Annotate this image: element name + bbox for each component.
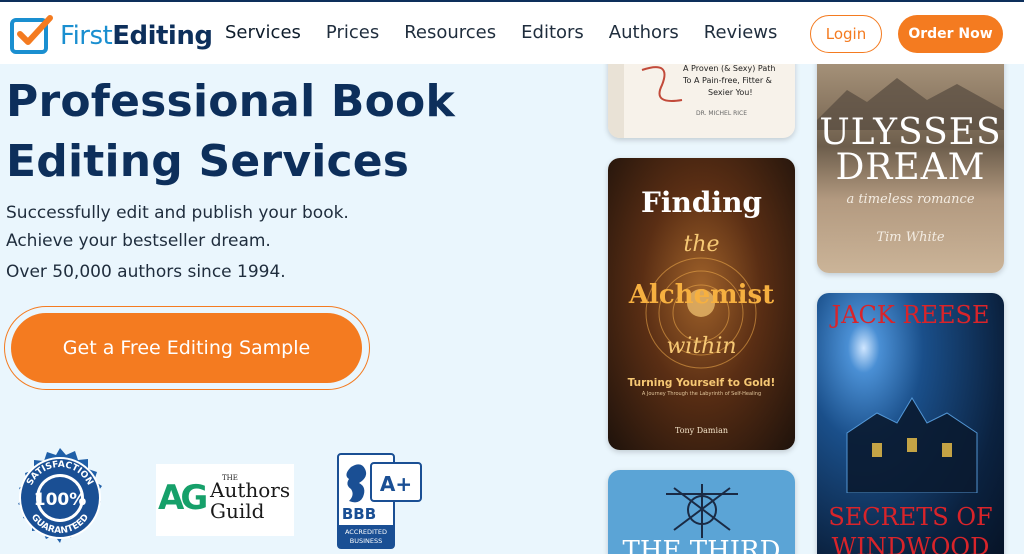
nav-services[interactable]: Services — [225, 22, 301, 50]
satisfaction-percent: 100% — [34, 490, 87, 510]
login-button[interactable]: Login — [810, 15, 882, 53]
book-house-graphic — [846, 397, 978, 493]
book-cover-windwood[interactable]: JACK REESE SECRETS OF WINDWOOD — [817, 293, 1004, 554]
free-sample-button[interactable]: Get a Free Editing Sample — [11, 313, 362, 383]
top-border — [0, 0, 1024, 2]
book3-author: Tony Damian — [675, 426, 728, 435]
logo-editing: Editing — [112, 21, 213, 51]
site-header: FirstEditing Services Prices Resources E… — [0, 2, 1024, 64]
bbb-name: BBB — [342, 505, 376, 523]
order-now-button[interactable]: Order Now — [898, 15, 1003, 53]
title-line-1: Professional Book — [6, 76, 455, 127]
book3-line3: Alchemist — [628, 280, 775, 310]
bbb-rating: A+ — [380, 472, 412, 496]
book3-line4: within — [666, 334, 737, 359]
book-cover-ulysses-dream[interactable]: ULYSSES DREAM a timeless romance Tim Whi… — [817, 30, 1004, 273]
main-nav: Services Prices Resources Editors Author… — [225, 22, 802, 50]
nav-editors[interactable]: Editors — [521, 22, 584, 50]
hero-subtitle-3: Over 50,000 authors since 1994. — [6, 262, 286, 282]
book4-line2: WINDWOOD — [831, 533, 990, 554]
book2-line2: DREAM — [835, 147, 986, 188]
authors-guild-mark: AG — [158, 478, 208, 518]
logo-checkmark-icon — [10, 15, 53, 54]
book1-line1: A Proven (& Sexy) Path — [683, 64, 776, 73]
authors-guild-line1: Authors — [210, 478, 291, 502]
book1-author: DR. MICHEL RICE — [696, 110, 747, 117]
nav-reviews[interactable]: Reviews — [704, 22, 778, 50]
bbb-accredited: ACCREDITED — [345, 528, 387, 536]
site-logo[interactable]: FirstEditing — [8, 12, 218, 58]
bbb-accredited-badge: A+ BBB ACCREDITED BUSINESS — [337, 453, 422, 549]
logo-wordmark: FirstEditing — [60, 21, 213, 51]
book-emblem-graphic — [666, 484, 738, 538]
bbb-business: BUSINESS — [350, 537, 382, 545]
hero-subtitle-1: Successfully edit and publish your book. — [6, 203, 349, 223]
book-cover-alchemist[interactable]: Finding the Alchemist within Turning You… — [608, 158, 795, 450]
book5-title: THE THIRD — [622, 536, 781, 554]
book-cover-the-third[interactable]: THE THIRD — [608, 470, 795, 554]
book4-line1: SECRETS OF — [828, 503, 993, 531]
page-title: Professional Book Editing Services — [6, 72, 566, 192]
nav-prices[interactable]: Prices — [326, 22, 379, 50]
logo-first: First — [60, 21, 113, 51]
book4-author: JACK REESE — [831, 301, 990, 329]
book-labyrinth-graphic — [645, 257, 757, 369]
nav-resources[interactable]: Resources — [404, 22, 496, 50]
nav-authors[interactable]: Authors — [609, 22, 679, 50]
book1-line3: Sexier You! — [708, 88, 753, 97]
book3-subtitle: Turning Yourself to Gold! — [627, 377, 776, 389]
hero-subtitle-2: Achieve your bestseller dream. — [6, 231, 271, 251]
book2-author: Tim White — [876, 230, 945, 245]
title-line-2: Editing Services — [6, 136, 410, 187]
satisfaction-guarantee-badge: SATISFACTION GUARANTEED 100% — [18, 448, 102, 543]
authors-guild-badge: AG THE Authors Guild — [156, 464, 294, 536]
book3-tagline: A Journey Through the Labyrinth of Self-… — [641, 391, 762, 397]
book1-line2: To A Pain-free, Fitter & — [683, 76, 772, 85]
book2-subtitle: a timeless romance — [846, 192, 975, 207]
book3-line1: Finding — [640, 186, 763, 219]
authors-guild-line2: Guild — [210, 499, 265, 523]
book3-line2: the — [683, 232, 720, 257]
